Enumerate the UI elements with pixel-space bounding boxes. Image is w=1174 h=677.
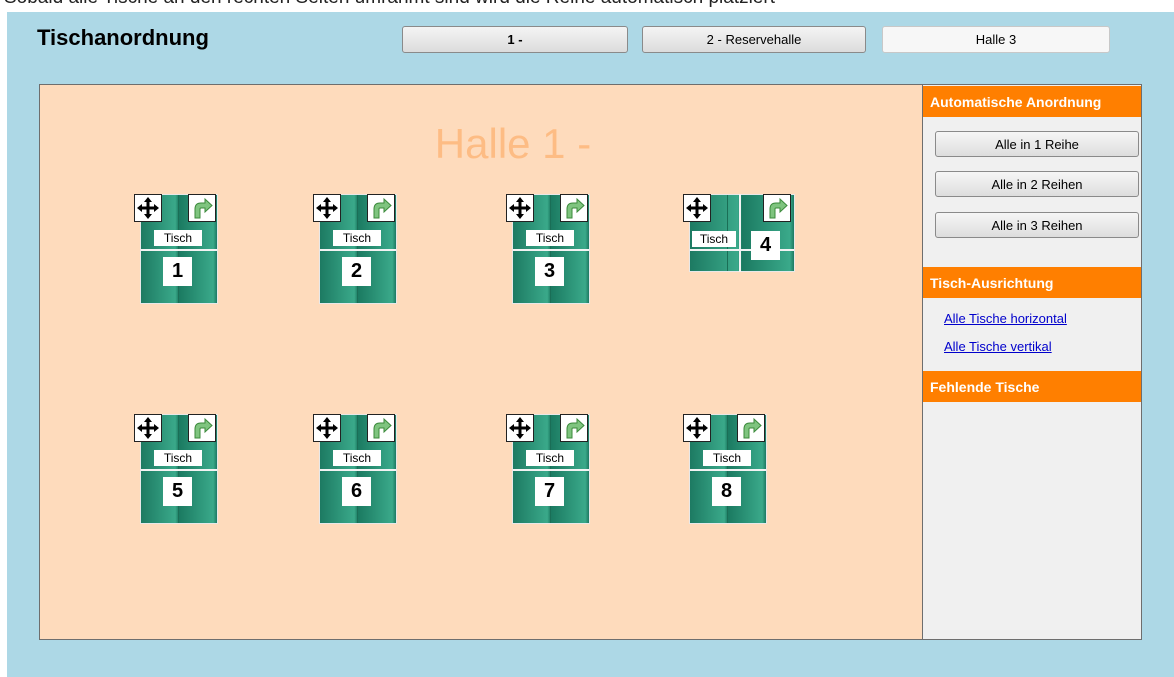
top-banner: Sobald alle Tische an den rechten Seiten… <box>0 0 1174 12</box>
table-number: 1 <box>163 257 192 286</box>
hall-title: Halle 1 - <box>434 120 592 167</box>
table-5[interactable]: Tisch 5 <box>134 414 222 526</box>
move-arrows-icon[interactable] <box>313 194 341 222</box>
table-number: 2 <box>342 257 371 286</box>
move-arrows-icon[interactable] <box>134 414 162 442</box>
rotate-arrow-icon[interactable] <box>188 194 216 222</box>
table-label: Tisch <box>154 230 202 246</box>
hall-tab-2[interactable]: 2 - Reservehalle <box>642 26 866 53</box>
table-1[interactable]: Tisch 1 <box>134 194 222 306</box>
all-tables-horizontal-link[interactable]: Alle Tische horizontal <box>944 311 1067 326</box>
table-number: 7 <box>535 477 564 506</box>
hall-canvas[interactable]: Halle 1 - Tisch 1 Tisch 2 Tisch 3 Tisch … <box>39 84 923 640</box>
table-8[interactable]: Tisch 8 <box>683 414 771 526</box>
table-number: 3 <box>535 257 564 286</box>
hall-tab-3[interactable]: Halle 3 <box>882 26 1110 53</box>
table-label: Tisch <box>526 450 574 466</box>
section-header-table-orientation: Tisch-Ausrichtung <box>923 267 1141 298</box>
rotate-arrow-icon[interactable] <box>560 194 588 222</box>
move-arrows-icon[interactable] <box>683 194 711 222</box>
section-header-auto-arrangement: Automatische Anordnung <box>923 86 1141 117</box>
table-number: 5 <box>163 477 192 506</box>
table-7[interactable]: Tisch 7 <box>506 414 594 526</box>
arrange-3-rows-button[interactable]: Alle in 3 Reihen <box>935 212 1139 238</box>
rotate-arrow-icon[interactable] <box>367 414 395 442</box>
table-number: 4 <box>751 231 780 260</box>
move-arrows-icon[interactable] <box>506 414 534 442</box>
missing-tables-list <box>923 402 1141 639</box>
table-number: 8 <box>712 477 741 506</box>
table-6[interactable]: Tisch 6 <box>313 414 401 526</box>
window-title: Tischanordnung <box>37 25 209 50</box>
rotate-arrow-icon[interactable] <box>763 194 791 222</box>
table-4[interactable]: Tisch 4 <box>683 194 798 276</box>
table-3[interactable]: Tisch 3 <box>506 194 594 306</box>
table-label: Tisch <box>333 230 381 246</box>
table-label: Tisch <box>692 231 736 247</box>
rotate-arrow-icon[interactable] <box>367 194 395 222</box>
table-label: Tisch <box>703 450 751 466</box>
table-label: Tisch <box>154 450 202 466</box>
table-2[interactable]: Tisch 2 <box>313 194 401 306</box>
move-arrows-icon[interactable] <box>683 414 711 442</box>
table-number: 6 <box>342 477 371 506</box>
hall-tab-1[interactable]: 1 - <box>402 26 628 53</box>
table-label: Tisch <box>526 230 574 246</box>
sidebar-panel: Automatische Anordnung Alle in 1 Reihe A… <box>923 84 1142 640</box>
move-arrows-icon[interactable] <box>506 194 534 222</box>
rotate-arrow-icon[interactable] <box>560 414 588 442</box>
move-arrows-icon[interactable] <box>134 194 162 222</box>
table-divider <box>739 194 741 272</box>
app-window: Tischanordnung 1 - 2 - Reservehalle Hall… <box>7 12 1174 677</box>
top-banner-text: Sobald alle Tische an den rechten Seiten… <box>4 0 775 9</box>
rotate-arrow-icon[interactable] <box>188 414 216 442</box>
section-header-missing-tables: Fehlende Tische <box>923 371 1141 402</box>
rotate-arrow-icon[interactable] <box>737 414 765 442</box>
arrange-1-row-button[interactable]: Alle in 1 Reihe <box>935 131 1139 157</box>
move-arrows-icon[interactable] <box>313 414 341 442</box>
arrange-2-rows-button[interactable]: Alle in 2 Reihen <box>935 171 1139 197</box>
table-label: Tisch <box>333 450 381 466</box>
all-tables-vertical-link[interactable]: Alle Tische vertikal <box>944 339 1052 354</box>
